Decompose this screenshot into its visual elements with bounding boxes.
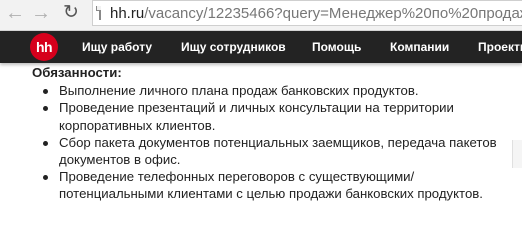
list-item: Сбор пакета документов потенциальных зае… <box>43 134 518 168</box>
url-host: hh.ru <box>110 4 145 22</box>
nav-item-companies[interactable]: Компании <box>390 40 449 54</box>
nav-item-projects[interactable]: Проекты <box>478 40 522 54</box>
url-path: /vacancy/12235466?query=Менеджер%20по%20… <box>144 4 522 22</box>
page-icon <box>96 6 101 20</box>
address-bar[interactable]: hh.ru/vacancy/12235466?query=Менеджер%20… <box>92 0 522 26</box>
reload-icon[interactable]: ↻ <box>60 2 82 24</box>
scrollbar[interactable] <box>512 140 522 168</box>
arrow-left-icon[interactable]: ← <box>4 2 26 24</box>
url-text[interactable]: hh.ru/vacancy/12235466?query=Менеджер%20… <box>110 5 522 22</box>
duties-list: Выполнение личного плана продаж банковск… <box>32 82 518 202</box>
browser-toolbar: ← → ↻ hh.ru/vacancy/12235466?query=Менед… <box>0 0 522 31</box>
hh-logo[interactable]: hh <box>30 33 58 61</box>
nav-item-employee-search[interactable]: Ищу сотрудников <box>181 40 286 54</box>
list-item: Выполнение личного плана продаж банковск… <box>43 82 518 99</box>
nav-item-job-search[interactable]: Ищу работу <box>82 40 152 54</box>
vacancy-description: Обязанности: Выполнение личного плана пр… <box>32 64 518 203</box>
list-item: Проведение презентаций и личных консульт… <box>43 99 518 133</box>
site-navbar: hh Ищу работу Ищу сотрудников Помощь Ком… <box>0 31 522 63</box>
nav-item-help[interactable]: Помощь <box>312 40 361 54</box>
list-item: Проведение телефонных переговоров с суще… <box>43 168 518 202</box>
duties-heading: Обязанности: <box>32 65 122 80</box>
arrow-right-icon[interactable]: → <box>30 2 52 24</box>
